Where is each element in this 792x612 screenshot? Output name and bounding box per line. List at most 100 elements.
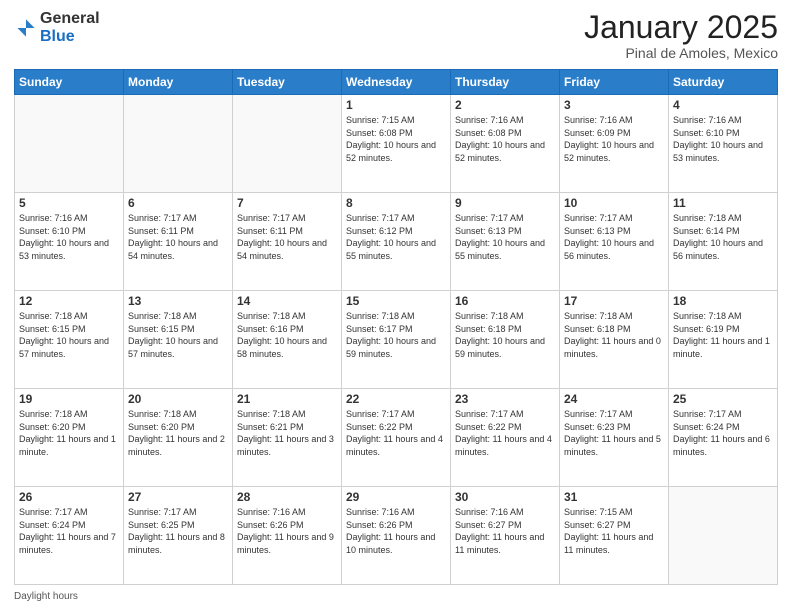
logo-blue-text: Blue	[40, 28, 75, 45]
day-info: Sunrise: 7:18 AMSunset: 6:15 PMDaylight:…	[19, 310, 119, 360]
day-number: 28	[237, 490, 337, 504]
calendar-cell: 28 Sunrise: 7:16 AMSunset: 6:26 PMDayligh…	[233, 487, 342, 585]
calendar-cell: 14 Sunrise: 7:18 AMSunset: 6:16 PMDayligh…	[233, 291, 342, 389]
day-info: Sunrise: 7:17 AMSunset: 6:22 PMDaylight:…	[455, 408, 555, 458]
page: General Blue January 2025 Pinal de Amole…	[0, 0, 792, 612]
day-number: 24	[564, 392, 664, 406]
day-number: 14	[237, 294, 337, 308]
calendar-cell: 16Sunrise: 7:18 AMSunset: 6:18 PMDayligh…	[451, 291, 560, 389]
calendar-weekday-header: Sunday	[15, 70, 124, 95]
day-info: Sunrise: 7:17 AMSunset: 6:12 PMDaylight:…	[346, 212, 446, 262]
calendar-cell: 2Sunrise: 7:16 AMSunset: 6:08 PMDaylight…	[451, 95, 560, 193]
day-info: Sunrise: 7:18 AMSunset: 6:20 PMDaylight:…	[128, 408, 228, 458]
day-info: Sunrise: 7:17 AMSunset: 6:23 PMDaylight:…	[564, 408, 664, 458]
day-info: Sunrise: 7:17 AMSunset: 6:13 PMDaylight:…	[564, 212, 664, 262]
calendar-cell: 27Sunrise: 7:17 AMSunset: 6:25 PMDayligh…	[124, 487, 233, 585]
day-number: 21	[237, 392, 337, 406]
calendar-cell: 19 Sunrise: 7:18 AMSunset: 6:20 PMDayligh…	[15, 389, 124, 487]
day-number: 12	[19, 294, 119, 308]
calendar-week-row: 26 Sunrise: 7:17 AMSunset: 6:24 PMDayligh…	[15, 487, 778, 585]
day-info: Sunrise: 7:18 AMSunset: 6:15 PMDaylight:…	[128, 310, 228, 360]
day-info: Sunrise: 7:15 AMSunset: 6:08 PMDaylight:…	[346, 114, 446, 164]
day-info: Sunrise: 7:16 AMSunset: 6:26 PMDaylight:…	[346, 506, 446, 556]
day-number: 9	[455, 196, 555, 210]
day-number: 17	[564, 294, 664, 308]
header: General Blue January 2025 Pinal de Amole…	[14, 10, 778, 61]
day-number: 3	[564, 98, 664, 112]
day-info: Sunrise: 7:16 AMSunset: 6:09 PMDaylight:…	[564, 114, 664, 164]
day-info: Sunrise: 7:17 AMSunset: 6:22 PMDaylight:…	[346, 408, 446, 458]
day-number: 29	[346, 490, 446, 504]
day-info: Sunrise: 7:17 AMSunset: 6:24 PMDaylight:…	[19, 506, 119, 556]
calendar-cell: 4Sunrise: 7:16 AMSunset: 6:10 PMDaylight…	[669, 95, 778, 193]
calendar-cell: 26 Sunrise: 7:17 AMSunset: 6:24 PMDayligh…	[15, 487, 124, 585]
calendar-cell: 29 Sunrise: 7:16 AMSunset: 6:26 PMDayligh…	[342, 487, 451, 585]
day-number: 15	[346, 294, 446, 308]
day-info: Sunrise: 7:17 AMSunset: 6:13 PMDaylight:…	[455, 212, 555, 262]
calendar-week-row: 1 Sunrise: 7:15 AMSunset: 6:08 PMDaylight…	[15, 95, 778, 193]
calendar-cell	[15, 95, 124, 193]
day-info: Sunrise: 7:18 AMSunset: 6:18 PMDaylight:…	[455, 310, 555, 360]
day-number: 11	[673, 196, 773, 210]
day-number: 13	[128, 294, 228, 308]
calendar-cell: 6Sunrise: 7:17 AMSunset: 6:11 PMDaylight…	[124, 193, 233, 291]
footer: Daylight hours	[14, 591, 778, 602]
title-block: January 2025 Pinal de Amoles, Mexico	[584, 10, 778, 61]
day-number: 7	[237, 196, 337, 210]
day-info: Sunrise: 7:16 AMSunset: 6:10 PMDaylight:…	[19, 212, 119, 262]
calendar-cell: 18 Sunrise: 7:18 AMSunset: 6:19 PMDayligh…	[669, 291, 778, 389]
calendar-weekday-header: Monday	[124, 70, 233, 95]
calendar-cell: 10 Sunrise: 7:17 AMSunset: 6:13 PMDayligh…	[560, 193, 669, 291]
calendar-weekday-header: Thursday	[451, 70, 560, 95]
calendar-cell: 5 Sunrise: 7:16 AMSunset: 6:10 PMDaylight…	[15, 193, 124, 291]
calendar-table: SundayMondayTuesdayWednesdayThursdayFrid…	[14, 69, 778, 585]
day-number: 10	[564, 196, 664, 210]
day-number: 23	[455, 392, 555, 406]
calendar-cell: 22Sunrise: 7:17 AMSunset: 6:22 PMDayligh…	[342, 389, 451, 487]
calendar-cell: 31 Sunrise: 7:15 AMSunset: 6:27 PMDayligh…	[560, 487, 669, 585]
logo-general-text: General	[40, 10, 100, 27]
calendar-weekday-header: Tuesday	[233, 70, 342, 95]
day-number: 25	[673, 392, 773, 406]
calendar-cell: 8 Sunrise: 7:17 AMSunset: 6:12 PMDaylight…	[342, 193, 451, 291]
day-info: Sunrise: 7:15 AMSunset: 6:27 PMDaylight:…	[564, 506, 664, 556]
day-info: Sunrise: 7:17 AMSunset: 6:11 PMDaylight:…	[237, 212, 337, 262]
day-info: Sunrise: 7:18 AMSunset: 6:14 PMDaylight:…	[673, 212, 773, 262]
calendar-week-row: 12 Sunrise: 7:18 AMSunset: 6:15 PMDayligh…	[15, 291, 778, 389]
calendar-cell: 23 Sunrise: 7:17 AMSunset: 6:22 PMDayligh…	[451, 389, 560, 487]
day-number: 30	[455, 490, 555, 504]
day-number: 27	[128, 490, 228, 504]
day-info: Sunrise: 7:18 AMSunset: 6:18 PMDaylight:…	[564, 310, 664, 360]
calendar-cell: 13 Sunrise: 7:18 AMSunset: 6:15 PMDayligh…	[124, 291, 233, 389]
logo-icon	[14, 16, 38, 40]
day-number: 18	[673, 294, 773, 308]
day-info: Sunrise: 7:18 AMSunset: 6:20 PMDaylight:…	[19, 408, 119, 458]
day-info: Sunrise: 7:16 AMSunset: 6:27 PMDaylight:…	[455, 506, 555, 556]
day-number: 31	[564, 490, 664, 504]
day-info: Sunrise: 7:16 AMSunset: 6:26 PMDaylight:…	[237, 506, 337, 556]
calendar-cell: 3 Sunrise: 7:16 AMSunset: 6:09 PMDaylight…	[560, 95, 669, 193]
month-title: January 2025	[584, 10, 778, 45]
calendar-week-row: 19 Sunrise: 7:18 AMSunset: 6:20 PMDayligh…	[15, 389, 778, 487]
location: Pinal de Amoles, Mexico	[584, 45, 778, 61]
calendar-cell: 25Sunrise: 7:17 AMSunset: 6:24 PMDayligh…	[669, 389, 778, 487]
day-info: Sunrise: 7:18 AMSunset: 6:17 PMDaylight:…	[346, 310, 446, 360]
calendar-weekday-header: Friday	[560, 70, 669, 95]
day-number: 8	[346, 196, 446, 210]
day-number: 5	[19, 196, 119, 210]
calendar-cell: 7 Sunrise: 7:17 AMSunset: 6:11 PMDaylight…	[233, 193, 342, 291]
logo: General Blue	[14, 10, 100, 45]
calendar-cell: 20Sunrise: 7:18 AMSunset: 6:20 PMDayligh…	[124, 389, 233, 487]
daylight-hours-label: Daylight hours	[14, 591, 78, 602]
calendar-cell: 30 Sunrise: 7:16 AMSunset: 6:27 PMDayligh…	[451, 487, 560, 585]
day-info: Sunrise: 7:18 AMSunset: 6:19 PMDaylight:…	[673, 310, 773, 360]
calendar-cell: 15 Sunrise: 7:18 AMSunset: 6:17 PMDayligh…	[342, 291, 451, 389]
calendar-header-row: SundayMondayTuesdayWednesdayThursdayFrid…	[15, 70, 778, 95]
day-number: 19	[19, 392, 119, 406]
day-number: 2	[455, 98, 555, 112]
day-info: Sunrise: 7:18 AMSunset: 6:16 PMDaylight:…	[237, 310, 337, 360]
calendar-cell: 9 Sunrise: 7:17 AMSunset: 6:13 PMDaylight…	[451, 193, 560, 291]
calendar-cell: 21Sunrise: 7:18 AMSunset: 6:21 PMDayligh…	[233, 389, 342, 487]
day-number: 1	[346, 98, 446, 112]
day-number: 26	[19, 490, 119, 504]
